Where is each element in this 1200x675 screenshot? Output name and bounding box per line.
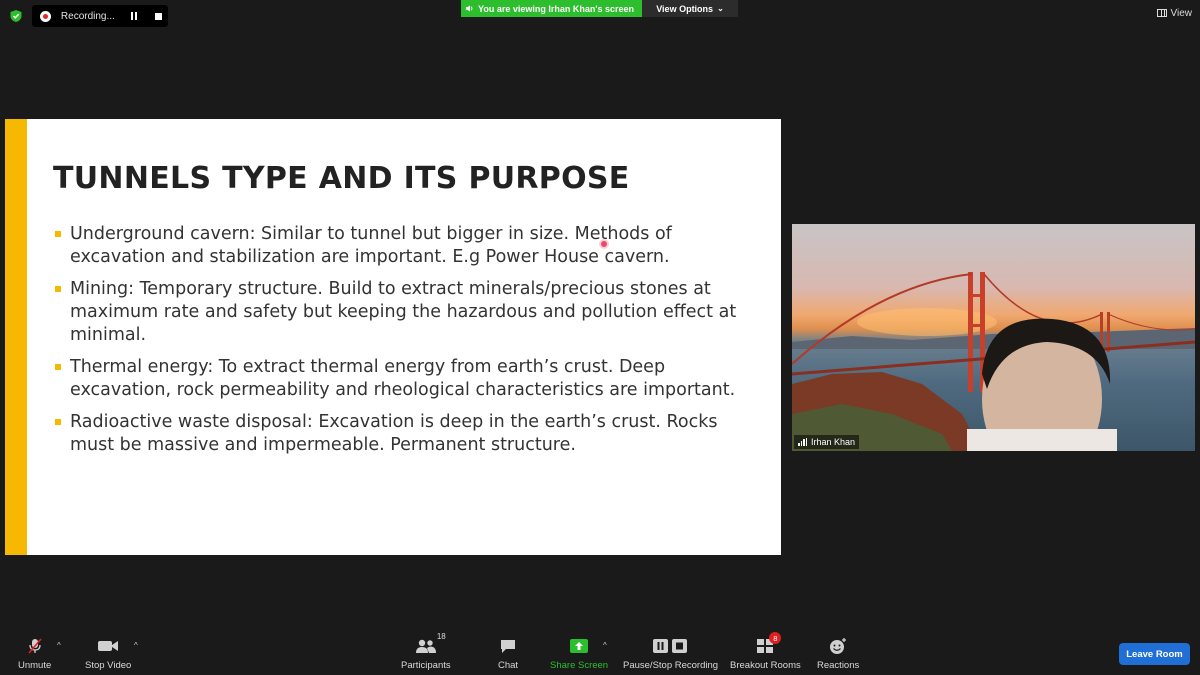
- recording-indicator: Recording...: [32, 5, 168, 27]
- participant-video-tile[interactable]: Irhan Khan: [792, 224, 1195, 451]
- view-options-button[interactable]: View Options ⌄: [642, 0, 738, 17]
- recording-dot-icon: [40, 10, 51, 22]
- shared-slide: TUNNELS TYPE AND ITS PURPOSE Underground…: [5, 119, 781, 555]
- share-screen-label: Share Screen: [550, 660, 609, 671]
- view-layout-button[interactable]: View: [1156, 5, 1193, 21]
- slide-bullet-list: Underground cavern: Similar to tunnel bu…: [55, 223, 755, 466]
- chat-label: Chat: [498, 660, 519, 671]
- speaker-icon: [465, 5, 473, 12]
- viewing-text: You are viewing Irhan Khan's screen: [478, 3, 635, 14]
- muted-microphone-icon: [26, 636, 44, 656]
- participants-button[interactable]: 18 Participants: [401, 632, 451, 671]
- video-options-chevron-icon[interactable]: ^: [134, 641, 138, 650]
- breakout-rooms-badge: 8: [769, 632, 782, 644]
- video-camera-icon: [97, 636, 119, 656]
- security-shield-icon[interactable]: [9, 9, 23, 23]
- participants-count: 18: [436, 632, 446, 641]
- meeting-toolbar: Unmute ^ Stop Video ^ 18 Participants Ch…: [0, 628, 1200, 675]
- share-options-chevron-icon[interactable]: ^: [603, 641, 607, 650]
- slide-bullet: Mining: Temporary structure. Build to ex…: [55, 278, 755, 347]
- stop-recording-button[interactable]: [148, 8, 168, 24]
- unmute-button[interactable]: Unmute: [18, 636, 51, 671]
- audio-options-chevron-icon[interactable]: ^: [57, 641, 61, 650]
- pause-stop-recording-label: Pause/Stop Recording: [623, 660, 719, 671]
- share-screen-button[interactable]: Share Screen: [550, 636, 608, 671]
- screen-share-banner: You are viewing Irhan Khan's screen View…: [461, 0, 738, 17]
- recording-label: Recording...: [60, 10, 115, 22]
- breakout-rooms-icon: 8: [756, 632, 782, 656]
- stop-icon: [154, 12, 162, 20]
- share-screen-icon: [569, 636, 589, 656]
- participant-name-tag: Irhan Khan: [794, 435, 860, 449]
- unmute-label: Unmute: [18, 660, 52, 671]
- slide-bullet: Radioactive waste disposal: Excavation i…: [55, 411, 755, 457]
- breakout-rooms-label: Breakout Rooms: [730, 660, 801, 671]
- participants-label: Participants: [401, 660, 451, 671]
- leave-room-button[interactable]: Leave Room: [1119, 643, 1190, 665]
- view-options-label: View Options: [656, 3, 714, 14]
- stop-video-label: Stop Video: [85, 660, 132, 671]
- chat-bubble-icon: [499, 636, 517, 656]
- reactions-label: Reactions: [817, 660, 860, 671]
- video-background: [792, 272, 1195, 451]
- slide-bullet: Underground cavern: Similar to tunnel bu…: [55, 223, 755, 269]
- participants-icon: 18: [415, 632, 446, 656]
- signal-strength-icon: [798, 438, 807, 446]
- pause-recording-button[interactable]: [124, 8, 144, 24]
- view-label: View: [1170, 7, 1193, 19]
- slide-accent-bar: [5, 119, 27, 555]
- recording-controls-icon: [652, 636, 690, 656]
- smiley-icon: [828, 636, 848, 656]
- presenter-cursor: [601, 241, 607, 247]
- viewing-notice: You are viewing Irhan Khan's screen: [461, 0, 642, 17]
- stop-video-button[interactable]: Stop Video: [85, 636, 131, 671]
- chevron-down-icon: ⌄: [717, 4, 724, 13]
- slide-bullet: Thermal energy: To extract thermal energ…: [55, 356, 755, 402]
- slide-title: TUNNELS TYPE AND ITS PURPOSE: [53, 161, 630, 196]
- pause-icon: [131, 12, 138, 20]
- breakout-rooms-button[interactable]: 8 Breakout Rooms: [730, 632, 801, 671]
- grid-view-icon: [1156, 9, 1167, 17]
- participant-name: Irhan Khan: [811, 437, 856, 447]
- reactions-button[interactable]: Reactions: [817, 636, 859, 671]
- chat-button[interactable]: Chat: [498, 636, 518, 671]
- pause-stop-recording-button[interactable]: Pause/Stop Recording: [623, 636, 718, 671]
